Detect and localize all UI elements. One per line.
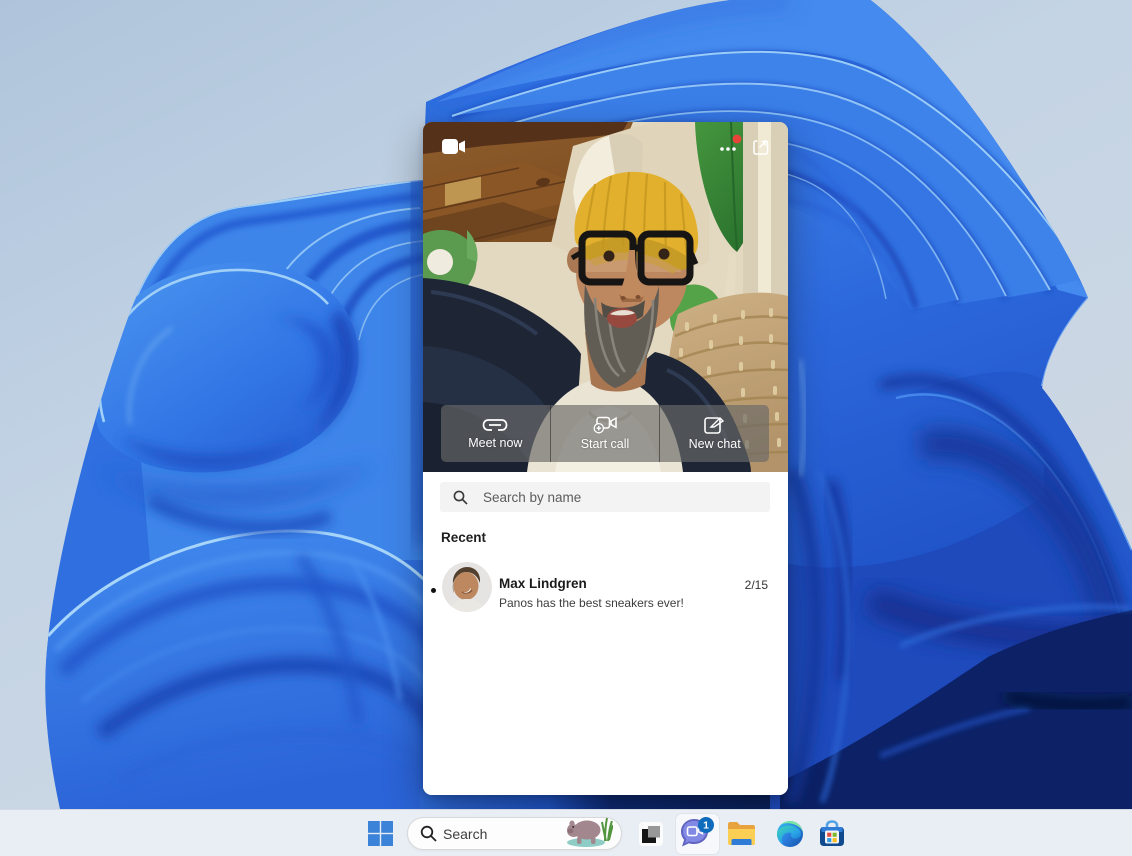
svg-text:1: 1 <box>703 819 709 831</box>
